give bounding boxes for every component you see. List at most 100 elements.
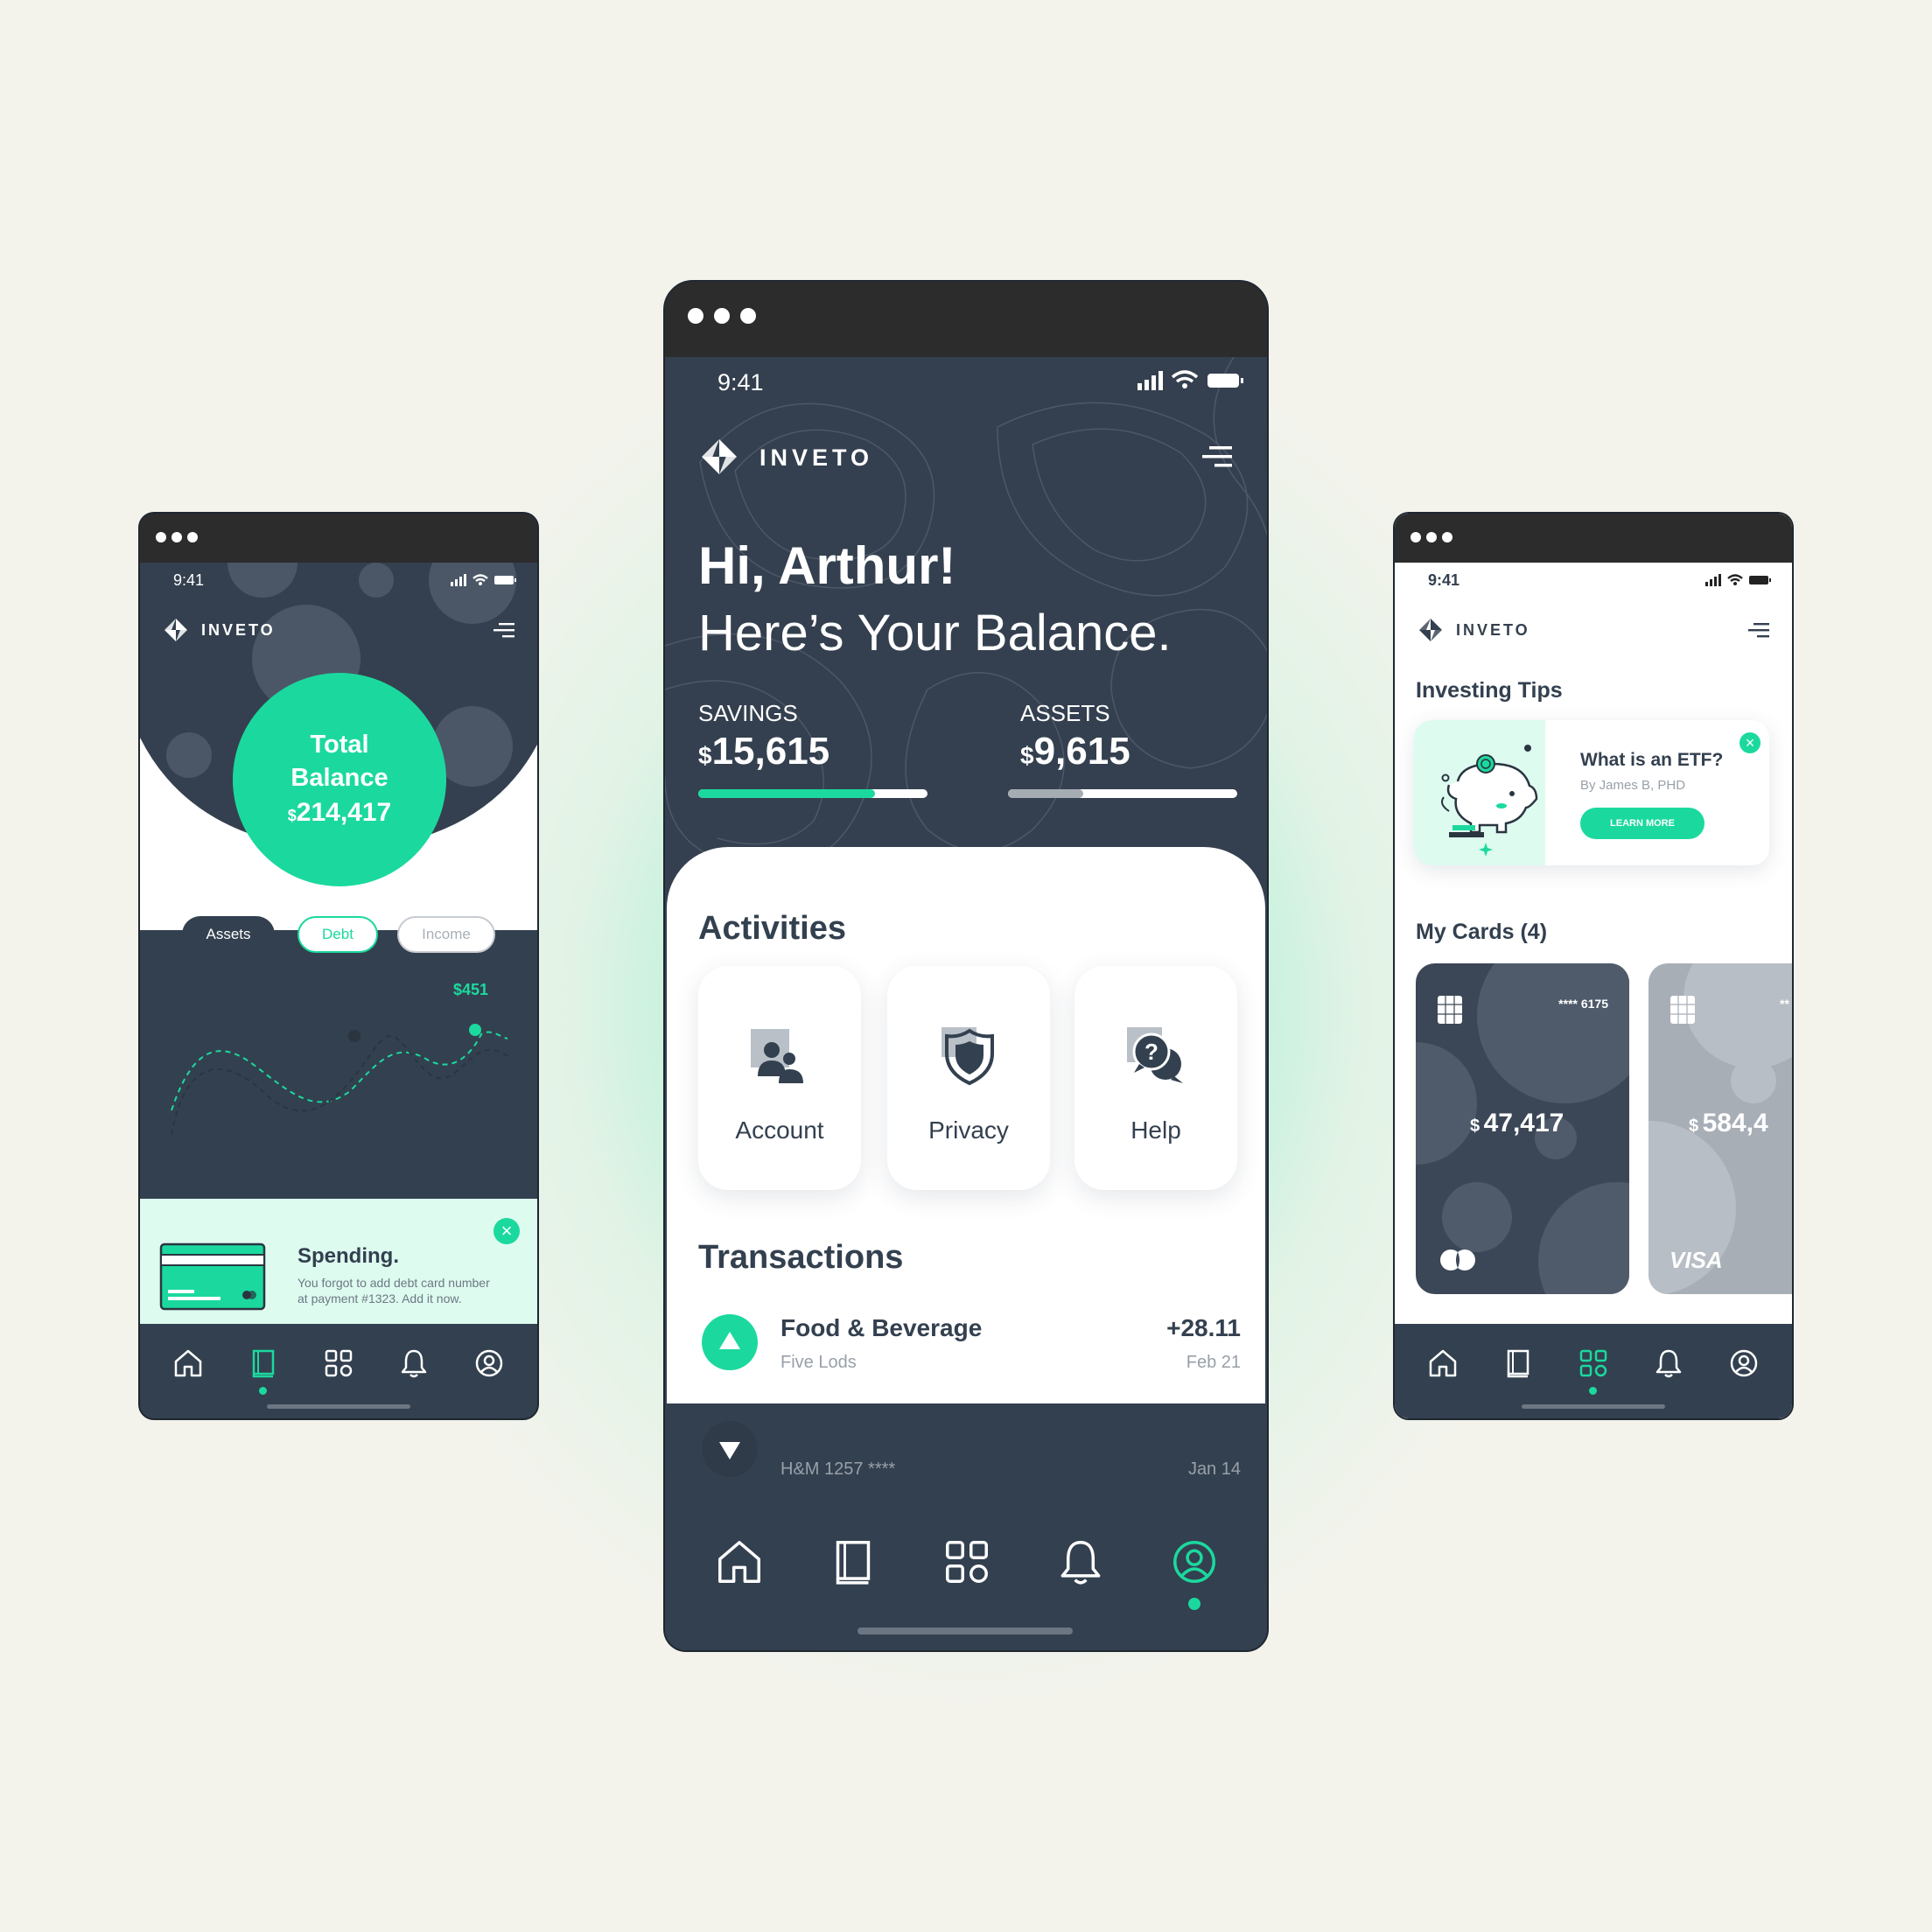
mastercard-icon — [1440, 1250, 1475, 1270]
profile-icon[interactable] — [474, 1348, 504, 1378]
savings-progress-bar — [698, 789, 928, 798]
savings-currency: $ — [698, 742, 712, 769]
close-icon[interactable]: × — [1740, 732, 1760, 753]
home-indicator — [1522, 1404, 1665, 1409]
account-icon — [751, 1029, 803, 1083]
bank-card[interactable]: ** $ 584,4 VISA — [1648, 963, 1792, 1294]
transaction-row[interactable]: Shopping H&M 1257 **** -157.64 Jan 14 — [698, 1418, 1241, 1496]
activity-label: Privacy — [928, 1116, 1009, 1144]
home-icon[interactable] — [1428, 1348, 1458, 1378]
grid-icon[interactable] — [1578, 1348, 1608, 1378]
inveto-logo-icon — [1419, 619, 1442, 641]
investing-tips-title: Investing Tips — [1416, 678, 1563, 703]
tab-assets[interactable]: Assets — [182, 916, 275, 953]
card-currency: $ — [1689, 1116, 1699, 1136]
status-time: 9:41 — [718, 369, 764, 396]
window-dots — [688, 308, 756, 324]
annotation-174: $174 — [327, 986, 363, 1004]
svg-text:?: ? — [1144, 1039, 1158, 1065]
nav-active-dot — [259, 1387, 267, 1395]
arrow-up-icon — [702, 1314, 758, 1370]
bell-icon[interactable] — [399, 1348, 429, 1378]
x-tick-6: S — [500, 1137, 511, 1152]
bank-card[interactable]: **** 6175 $ 47,417 — [1416, 963, 1629, 1294]
spending-title: Spending. — [298, 1244, 399, 1268]
menu-icon[interactable] — [1202, 446, 1232, 469]
x-tick-3: W — [332, 1137, 346, 1152]
bottom-nav — [140, 1324, 537, 1418]
status-icons — [1705, 574, 1771, 586]
book-icon[interactable] — [830, 1538, 877, 1586]
piggy-bank-icon — [1441, 745, 1538, 857]
arrow-down-icon — [702, 1421, 758, 1477]
phone-right: 9:41 INVETO Investing Tips What is an ET… — [1393, 512, 1794, 1420]
brand-name: INVETO — [201, 621, 276, 639]
greeting: Hi, Arthur! — [698, 536, 956, 595]
close-icon[interactable]: × — [494, 1218, 520, 1244]
home-icon[interactable] — [716, 1538, 763, 1586]
x-tick-5: F — [445, 1137, 455, 1152]
profile-icon[interactable] — [1171, 1538, 1218, 1586]
x-tick-4: T — [390, 1137, 400, 1152]
window-dots — [156, 532, 198, 542]
phone-left: 9:41 INVETO Total Balance $214,417 Asset… — [138, 512, 539, 1420]
transaction-amount: +28.11 — [1166, 1314, 1241, 1341]
activity-label: Account — [735, 1116, 824, 1144]
spending-banner[interactable]: Spending. You forgot to add debt card nu… — [140, 1199, 537, 1326]
card-currency: $ — [1470, 1116, 1480, 1136]
grid-icon[interactable] — [943, 1538, 990, 1586]
activity-help[interactable]: ? Help — [1074, 966, 1237, 1190]
series-dark-line — [171, 1035, 508, 1136]
savings-label: SAVINGS — [698, 700, 798, 726]
transaction-title: Shopping — [780, 1421, 894, 1448]
profile-icon[interactable] — [1729, 1348, 1759, 1378]
my-cards-title: My Cards (4) — [1416, 920, 1548, 944]
transaction-date: Jan 14 — [1187, 1460, 1241, 1479]
nav-active-dot — [1589, 1387, 1597, 1395]
card-balance: $ 584,4 — [1689, 1109, 1768, 1138]
tab-debt[interactable]: Debt — [298, 916, 378, 953]
bell-icon[interactable] — [1057, 1538, 1104, 1586]
tip-title: What is an ETF? — [1580, 750, 1724, 770]
card-number: **** 6175 — [1558, 997, 1608, 1011]
card-amount: 584,4 — [1702, 1109, 1768, 1138]
spending-text-2: at payment #1323. Add it now. — [298, 1292, 462, 1306]
status-time: 9:41 — [1428, 571, 1460, 589]
activity-privacy[interactable]: Privacy — [887, 966, 1050, 1190]
book-icon[interactable] — [248, 1348, 278, 1378]
card-chip-icon — [1670, 996, 1695, 1024]
point-174 — [348, 1030, 360, 1042]
tip-card[interactable]: What is an ETF? By James B, PHD LEARN MO… — [1414, 720, 1769, 865]
transaction-row[interactable]: Food & Beverage Five Lods +28.11 Feb 21 — [698, 1311, 1241, 1390]
annotation-451: $451 — [453, 981, 489, 998]
inveto-logo-icon — [164, 619, 187, 641]
transactions-title: Transactions — [698, 1239, 904, 1276]
window-chrome — [665, 282, 1267, 357]
menu-icon[interactable] — [494, 623, 514, 639]
balance-subtitle: Here’s Your Balance. — [698, 605, 1172, 662]
assets-amount: 9,615 — [1033, 730, 1130, 773]
savings-amount: 15,615 — [711, 730, 830, 773]
window-dots — [1410, 532, 1452, 542]
grid-icon[interactable] — [324, 1348, 354, 1378]
shield-icon — [942, 1027, 994, 1086]
balance-value: $214,417 — [233, 794, 446, 836]
visa-logo: VISA — [1670, 1247, 1723, 1273]
book-icon[interactable] — [1503, 1348, 1533, 1378]
learn-more-button[interactable]: LEARN MORE — [1580, 808, 1704, 839]
activity-account[interactable]: Account — [698, 966, 861, 1190]
card-amount: 47,417 — [1483, 1109, 1564, 1138]
phone-center: 9:41 INVETO Hi, Arthur! Here’s Your Bala… — [663, 280, 1269, 1652]
transaction-merchant: Five Lods — [780, 1353, 857, 1372]
home-icon[interactable] — [173, 1348, 203, 1378]
bell-icon[interactable] — [1654, 1348, 1684, 1378]
activities-title: Activities — [698, 910, 846, 947]
x-tick-1: M — [222, 1137, 234, 1152]
point-451 — [469, 1024, 481, 1036]
tab-income[interactable]: Income — [397, 916, 495, 953]
transaction-date: Feb 21 — [1186, 1353, 1241, 1372]
menu-icon[interactable] — [1748, 623, 1769, 639]
transaction-amount: -157.64 — [1158, 1421, 1241, 1448]
total-balance-circle: Total Balance $214,417 — [233, 673, 446, 886]
window-chrome — [140, 514, 537, 563]
